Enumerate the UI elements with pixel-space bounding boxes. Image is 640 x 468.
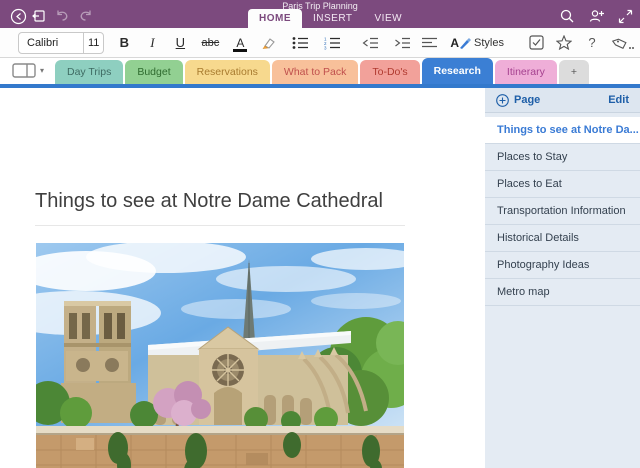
bullet-list-icon[interactable] [286,30,314,56]
export-icon[interactable] [30,7,48,25]
redo-icon[interactable] [77,7,95,25]
question-tag-button[interactable]: ? [578,30,606,56]
section-tabs: Day Trips Budget Reservations What to Pa… [55,58,591,84]
notebook-icon [12,63,36,78]
font-color-button[interactable]: A [226,30,254,56]
tab-home[interactable]: HOME [248,9,302,28]
font-color-swatch [233,49,247,52]
chevron-down-icon: ▾ [40,66,44,75]
add-person-icon[interactable] [587,7,605,25]
numbered-list-icon[interactable]: 123 [318,30,346,56]
section-tab-row: ▾ Day Trips Budget Reservations What to … [0,58,640,84]
styles-glyph: A [450,36,459,50]
page-item-places-to-eat[interactable]: Places to Eat [485,171,640,198]
underline-button[interactable]: U [166,30,194,56]
tab-view[interactable]: VIEW [364,9,414,28]
outdent-icon[interactable] [356,30,384,56]
section-tab-itinerary[interactable]: Itinerary [495,60,557,84]
section-tab-budget[interactable]: Budget [125,60,182,84]
back-icon[interactable] [9,7,27,25]
section-tab-reservations[interactable]: Reservations [185,60,270,84]
section-tab-day-trips[interactable]: Day Trips [55,60,123,84]
search-icon[interactable] [558,7,576,25]
section-tab-to-dos[interactable]: To-Do's [360,60,419,84]
strikethrough-button[interactable]: abc [194,30,226,56]
star-tag-icon[interactable] [550,30,578,56]
tag-icon[interactable] [606,30,640,56]
font-color-glyph: A [236,36,244,50]
tab-insert[interactable]: INSERT [302,9,364,28]
page-item-photography-ideas[interactable]: Photography Ideas [485,252,640,279]
todo-checkbox-icon[interactable] [522,30,550,56]
page-title[interactable]: Things to see at Notre Dame Cathedral [35,190,383,213]
font-picker: Calibri 11 [18,32,104,54]
plus-circle-icon [496,94,509,107]
font-name-select[interactable]: Calibri [19,33,84,53]
add-page-button[interactable]: Page [496,94,540,107]
section-tab-what-to-pack[interactable]: What to Pack [272,60,358,84]
expand-icon[interactable] [616,7,634,25]
styles-button[interactable]: A Styles [450,36,504,50]
add-section-tab[interactable]: + [559,60,589,84]
formatting-toolbar: Calibri 11 B I U abc A 123 A Styles [0,28,640,58]
onenote-window: Paris Trip Planning HOME INSERT VIEW [0,0,640,468]
page-item-things-to-see[interactable]: Things to see at Notre Da... [485,117,640,144]
indent-icon[interactable] [388,30,416,56]
notebook-switcher[interactable]: ▾ [12,63,44,78]
add-page-label: Page [514,94,540,106]
title-bar: Paris Trip Planning HOME INSERT VIEW [0,0,640,28]
page-list-sidebar: Page Edit Things to see at Notre Da... P… [485,88,640,468]
notre-dame-cathedral-photo[interactable] [36,243,404,468]
page-item-metro-map[interactable]: Metro map [485,279,640,306]
styles-label: Styles [474,37,504,49]
undo-icon[interactable] [53,7,71,25]
highlight-icon[interactable] [254,30,282,56]
font-size-select[interactable]: 11 [84,33,103,53]
align-icon[interactable] [416,30,444,56]
section-tab-research[interactable]: Research [422,58,493,84]
page-item-transportation[interactable]: Transportation Information [485,198,640,225]
ribbon-tab-strip: HOME INSERT VIEW [248,10,413,28]
page-item-places-to-stay[interactable]: Places to Stay [485,144,640,171]
page-item-historical-details[interactable]: Historical Details [485,225,640,252]
svg-text:3: 3 [324,45,327,50]
sidebar-header: Page Edit [485,88,640,113]
title-underline [35,225,405,226]
italic-button[interactable]: I [138,30,166,56]
bold-button[interactable]: B [110,30,138,56]
note-canvas[interactable]: Things to see at Notre Dame Cathedral [0,88,485,468]
edit-pages-button[interactable]: Edit [608,94,629,106]
brush-icon [459,37,471,49]
page-list: Things to see at Notre Da... Places to S… [485,117,640,306]
